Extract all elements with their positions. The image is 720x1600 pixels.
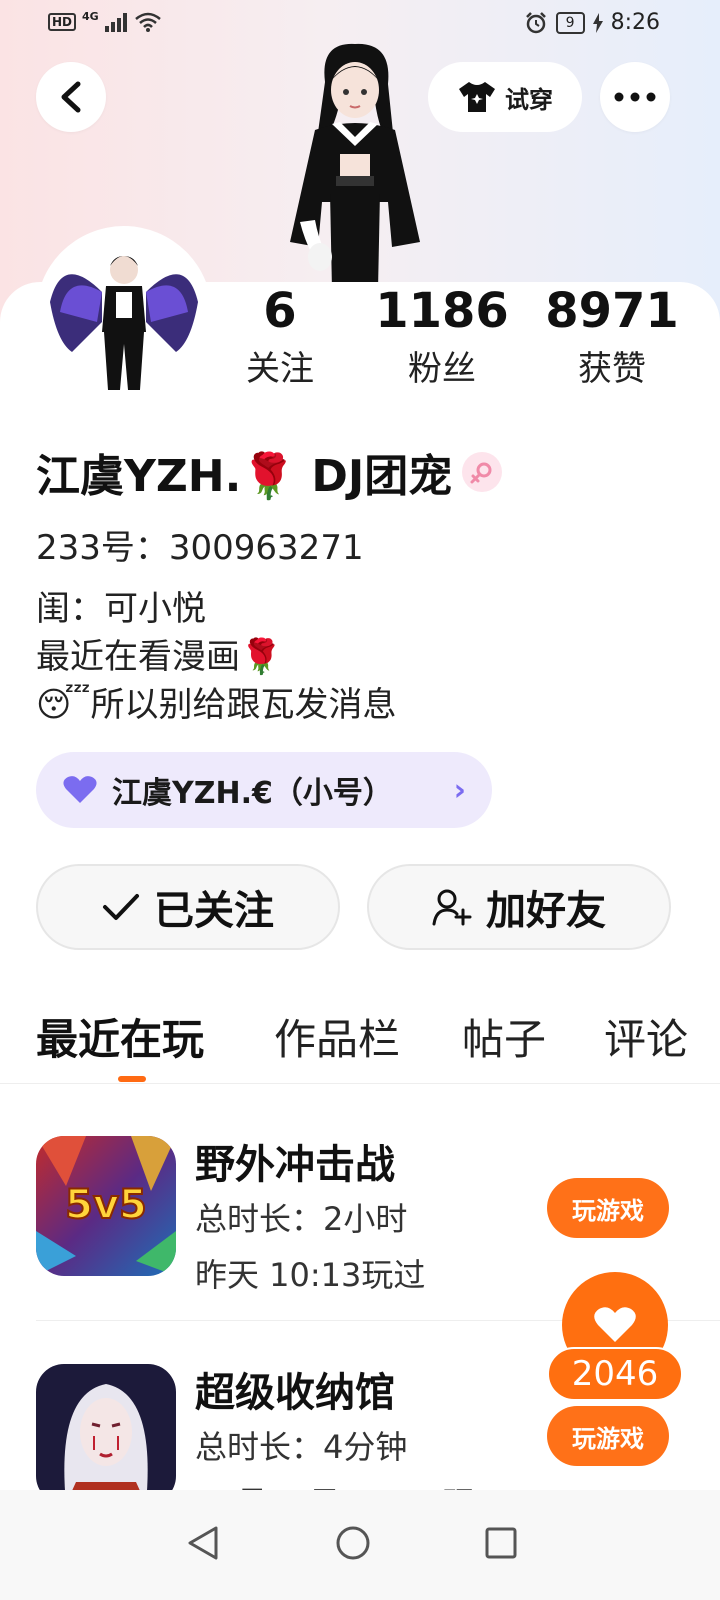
game-icon	[36, 1364, 176, 1504]
nav-home-button[interactable]	[318, 1508, 388, 1578]
play-game-button[interactable]: 玩游戏	[547, 1178, 669, 1238]
following-label: 关注	[246, 349, 314, 389]
tab-recently-played[interactable]: 最近在玩	[36, 1006, 204, 1067]
try-on-label: 试穿	[505, 85, 553, 114]
add-user-icon	[432, 889, 472, 926]
nav-recents-button[interactable]	[466, 1508, 536, 1578]
game-title: 超级收纳馆	[195, 1370, 395, 1416]
chevron-left-icon	[61, 81, 81, 113]
followed-button[interactable]: 已关注	[36, 864, 340, 950]
following-count: 6	[263, 283, 297, 339]
checkmark-icon	[103, 894, 139, 920]
battery-level: 9	[555, 11, 585, 34]
wifi-icon	[134, 12, 161, 32]
stat-followers[interactable]: 1186 粉丝	[357, 285, 527, 389]
game-icon: 5v5	[36, 1136, 176, 1276]
heart-icon	[63, 776, 97, 803]
alarm-icon	[525, 11, 546, 33]
avatar-figure	[50, 256, 198, 390]
likes-label: 获赞	[578, 349, 646, 389]
charging-icon	[592, 12, 603, 33]
profile-name: 江虞YZH.🌹 DJ团宠	[36, 451, 453, 502]
network-type: 4G	[82, 9, 99, 23]
more-dots-icon	[614, 92, 656, 102]
back-button[interactable]	[36, 62, 106, 132]
name-row: 江虞YZH.🌹 DJ团宠	[36, 440, 503, 504]
content-tabs: 最近在玩 作品栏 帖子 评论	[0, 1006, 720, 1084]
game-icon-text: 5v5	[65, 1182, 147, 1228]
tshirt-icon	[459, 82, 495, 112]
add-friend-label: 加好友	[486, 888, 606, 934]
like-count: 2046	[547, 1347, 683, 1401]
system-navigation-bar	[0, 1490, 720, 1600]
alt-account-label: 江虞YZH.€（小号）	[112, 776, 393, 811]
signal-icon	[104, 13, 127, 32]
game-duration: 总时长：2小时	[195, 1200, 408, 1238]
followers-label: 粉丝	[408, 349, 476, 389]
heart-icon	[594, 1307, 636, 1342]
profile-avatar[interactable]	[36, 226, 212, 402]
avatar-image	[42, 232, 206, 396]
chevron-right-icon: ›	[453, 772, 466, 808]
alt-account-link[interactable]: 江虞YZH.€（小号） ›	[36, 752, 492, 828]
female-gender-icon	[462, 452, 503, 492]
stat-likes[interactable]: 8971 获赞	[527, 285, 697, 389]
status-left: HD 4G	[48, 9, 161, 32]
more-options-button[interactable]	[600, 62, 670, 132]
play-game-button[interactable]: 玩游戏	[547, 1406, 669, 1466]
bio-line: 最近在看漫画🌹	[36, 637, 283, 677]
tab-works[interactable]: 作品栏	[274, 1006, 400, 1067]
followers-count: 1186	[375, 283, 509, 339]
game-last-played: 昨天 10:13玩过	[195, 1256, 426, 1294]
active-tab-indicator	[118, 1076, 146, 1082]
circle-home-icon	[336, 1526, 370, 1560]
character-avatar-image[interactable]	[270, 42, 440, 292]
followed-label: 已关注	[154, 888, 274, 934]
game-duration: 总时长：4分钟	[195, 1428, 408, 1466]
bio: 闺：可小悦 最近在看漫画🌹 😴所以别给跟瓦发消息	[36, 585, 397, 729]
user-id: 233号：300963271	[36, 528, 364, 568]
tab-comments[interactable]: 评论	[604, 1006, 688, 1067]
bio-line: 😴所以别给跟瓦发消息	[36, 685, 397, 725]
tab-posts[interactable]: 帖子	[462, 1006, 546, 1067]
hd-indicator: HD	[48, 13, 77, 31]
game-title: 野外冲击战	[195, 1142, 395, 1188]
square-recents-icon	[485, 1527, 517, 1559]
status-right: 9 8:26	[524, 10, 660, 35]
try-on-button[interactable]: 试穿	[428, 62, 582, 132]
nav-back-button[interactable]	[168, 1508, 238, 1578]
add-friend-button[interactable]: 加好友	[367, 864, 671, 950]
likes-count: 8971	[545, 283, 679, 339]
clock: 8:26	[610, 10, 660, 35]
stat-following[interactable]: 6 关注	[195, 285, 365, 389]
bio-line: 闺：可小悦	[36, 589, 206, 629]
triangle-back-icon	[188, 1526, 218, 1560]
